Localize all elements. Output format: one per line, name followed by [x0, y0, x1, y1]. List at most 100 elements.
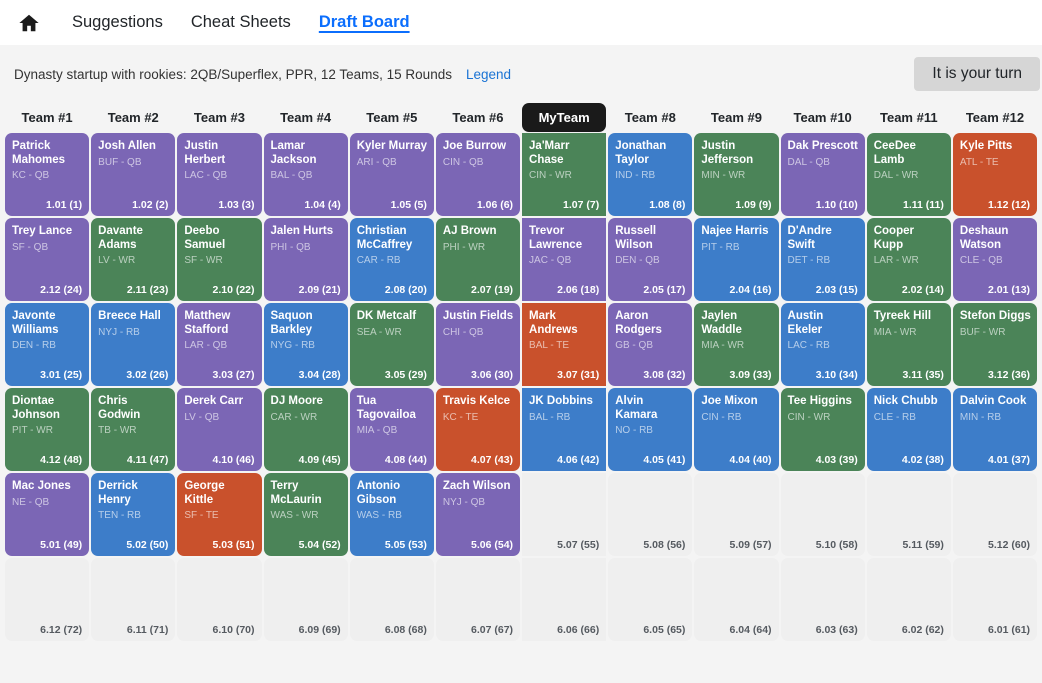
empty-pick-slot[interactable]: 6.04 (64) — [694, 558, 779, 641]
draft-pick-card[interactable]: Justin Fields CHI - QB 3.06 (30) — [435, 303, 521, 386]
draft-pick-card[interactable]: Russell Wilson DEN - QB 2.05 (17) — [608, 218, 693, 301]
draft-pick-card[interactable]: Patrick Mahomes KC - QB 1.01 (1) — [5, 133, 90, 216]
draft-pick-card[interactable]: Davante Adams LV - WR 2.11 (23) — [91, 218, 176, 301]
draft-pick-card[interactable]: Zach Wilson NYJ - QB 5.06 (54) — [435, 473, 521, 556]
pick-number: 3.03 (27) — [212, 369, 255, 381]
team-header-myteam[interactable]: MyTeam — [522, 103, 607, 132]
empty-pick-slot[interactable]: 6.09 (69) — [263, 558, 348, 641]
draft-pick-card[interactable]: CeeDee Lamb DAL - WR 1.11 (11) — [866, 133, 951, 216]
draft-pick-card[interactable]: Deebo Samuel SF - WR 2.10 (22) — [177, 218, 262, 301]
draft-pick-card[interactable]: Travis Kelce KC - TE 4.07 (43) — [435, 388, 521, 471]
draft-pick-card[interactable]: Tua Tagovailoa MIA - QB 4.08 (44) — [349, 388, 434, 471]
pick-number: 4.07 (43) — [471, 454, 514, 466]
draft-pick-card[interactable]: Justin Jefferson MIN - WR 1.09 (9) — [694, 133, 779, 216]
player-team-position: BUF - WR — [959, 326, 1006, 338]
empty-pick-slot[interactable]: 5.08 (56) — [608, 473, 693, 556]
draft-pick-card[interactable]: Saquon Barkley NYG - RB 3.04 (28) — [263, 303, 348, 386]
team-header-1[interactable]: Team #1 — [5, 103, 89, 132]
empty-pick-slot[interactable]: 6.06 (66) — [522, 558, 607, 641]
team-header-5[interactable]: Team #5 — [350, 103, 434, 132]
draft-pick-card[interactable]: Nick Chubb CLE - RB 4.02 (38) — [866, 388, 951, 471]
team-header-11[interactable]: Team #11 — [867, 103, 951, 132]
draft-pick-card[interactable]: George Kittle SF - TE 5.03 (51) — [177, 473, 262, 556]
draft-pick-card[interactable]: Stefon Diggs BUF - WR 3.12 (36) — [952, 303, 1038, 386]
draft-pick-card[interactable]: Cooper Kupp LAR - WR 2.02 (14) — [866, 218, 951, 301]
empty-pick-slot[interactable]: 5.07 (55) — [522, 473, 607, 556]
team-header-9[interactable]: Team #9 — [694, 103, 778, 132]
draft-pick-card[interactable]: Dak Prescott DAL - QB 1.10 (10) — [780, 133, 865, 216]
empty-pick-slot[interactable]: 6.03 (63) — [780, 558, 865, 641]
pick-number: 5.02 (50) — [126, 539, 169, 551]
draft-pick-card[interactable]: Joe Mixon CIN - RB 4.04 (40) — [694, 388, 779, 471]
draft-pick-card[interactable]: Alvin Kamara NO - RB 4.05 (41) — [608, 388, 693, 471]
draft-pick-card[interactable]: Jonathan Taylor IND - RB 1.08 (8) — [608, 133, 693, 216]
empty-pick-slot[interactable]: 5.11 (59) — [866, 473, 951, 556]
pick-number: 3.06 (30) — [471, 369, 514, 381]
team-header-10[interactable]: Team #10 — [781, 103, 865, 132]
draft-pick-card[interactable]: Mark Andrews BAL - TE 3.07 (31) — [522, 303, 607, 386]
draft-pick-card[interactable]: Javonte Williams DEN - RB 3.01 (25) — [5, 303, 90, 386]
draft-pick-card[interactable]: D'Andre Swift DET - RB 2.03 (15) — [780, 218, 865, 301]
nav-item-cheat-sheets[interactable]: Cheat Sheets — [177, 0, 305, 45]
empty-pick-slot[interactable]: 6.12 (72) — [5, 558, 90, 641]
empty-pick-slot[interactable]: 6.01 (61) — [952, 558, 1038, 641]
player-team-position: NYJ - RB — [98, 326, 140, 338]
draft-pick-card[interactable]: Kyler Murray ARI - QB 1.05 (5) — [349, 133, 434, 216]
player-team-position: CAR - RB — [356, 255, 401, 266]
draft-pick-card[interactable]: DJ Moore CAR - WR 4.09 (45) — [263, 388, 348, 471]
draft-pick-card[interactable]: Lamar Jackson BAL - QB 1.04 (4) — [263, 133, 348, 216]
draft-pick-card[interactable]: Antonio Gibson WAS - RB 5.05 (53) — [349, 473, 434, 556]
draft-pick-card[interactable]: Dalvin Cook MIN - RB 4.01 (37) — [952, 388, 1038, 471]
draft-pick-card[interactable]: Derrick Henry TEN - RB 5.02 (50) — [91, 473, 176, 556]
draft-pick-card[interactable]: Mac Jones NE - QB 5.01 (49) — [5, 473, 90, 556]
draft-pick-card[interactable]: JK Dobbins BAL - RB 4.06 (42) — [522, 388, 607, 471]
draft-row: 6.12 (72) 6.11 (71) 6.10 (70) 6.09 (69) 6.08… — [4, 557, 1038, 642]
draft-pick-card[interactable]: Kyle Pitts ATL - TE 1.12 (12) — [952, 133, 1038, 216]
draft-pick-card[interactable]: Josh Allen BUF - QB 1.02 (2) — [91, 133, 176, 216]
pick-number: 5.09 (57) — [729, 539, 772, 551]
draft-pick-card[interactable]: Diontae Johnson PIT - WR 4.12 (48) — [5, 388, 90, 471]
draft-pick-card[interactable]: Deshaun Watson CLE - QB 2.01 (13) — [952, 218, 1038, 301]
empty-pick-slot[interactable]: 5.12 (60) — [952, 473, 1038, 556]
draft-pick-card[interactable]: Najee Harris PIT - RB 2.04 (16) — [694, 218, 779, 301]
empty-pick-slot[interactable]: 6.05 (65) — [608, 558, 693, 641]
team-header-2[interactable]: Team #2 — [91, 103, 175, 132]
empty-pick-slot[interactable]: 5.09 (57) — [694, 473, 779, 556]
empty-pick-slot[interactable]: 6.08 (68) — [349, 558, 434, 641]
empty-pick-slot[interactable]: 5.10 (58) — [780, 473, 865, 556]
draft-pick-card[interactable]: Austin Ekeler LAC - RB 3.10 (34) — [780, 303, 865, 386]
draft-pick-card[interactable]: Jaylen Waddle MIA - WR 3.09 (33) — [694, 303, 779, 386]
empty-pick-slot[interactable]: 6.11 (71) — [91, 558, 176, 641]
nav-item-draft-board[interactable]: Draft Board — [305, 0, 424, 45]
pick-number: 5.03 (51) — [212, 539, 255, 551]
draft-pick-card[interactable]: Jalen Hurts PHI - QB 2.09 (21) — [263, 218, 348, 301]
draft-pick-card[interactable]: Breece Hall NYJ - RB 3.02 (26) — [91, 303, 176, 386]
draft-pick-card[interactable]: Christian McCaffrey CAR - RB 2.08 (20) — [349, 218, 434, 301]
draft-pick-card[interactable]: Aaron Rodgers GB - QB 3.08 (32) — [608, 303, 693, 386]
draft-pick-card[interactable]: Tee Higgins CIN - WR 4.03 (39) — [780, 388, 865, 471]
nav-item-suggestions[interactable]: Suggestions — [58, 0, 177, 45]
team-header-3[interactable]: Team #3 — [177, 103, 261, 132]
draft-pick-card[interactable]: Derek Carr LV - QB 4.10 (46) — [177, 388, 262, 471]
draft-pick-card[interactable]: Chris Godwin TB - WR 4.11 (47) — [91, 388, 176, 471]
draft-pick-card[interactable]: Ja'Marr Chase CIN - WR 1.07 (7) — [522, 133, 607, 216]
draft-pick-card[interactable]: Terry McLaurin WAS - WR 5.04 (52) — [263, 473, 348, 556]
draft-pick-card[interactable]: AJ Brown PHI - WR 2.07 (19) — [435, 218, 521, 301]
draft-pick-card[interactable]: Matthew Stafford LAR - QB 3.03 (27) — [177, 303, 262, 386]
draft-pick-card[interactable]: Tyreek Hill MIA - WR 3.11 (35) — [866, 303, 951, 386]
draft-pick-card[interactable]: Trevor Lawrence JAC - QB 2.06 (18) — [522, 218, 607, 301]
empty-pick-slot[interactable]: 6.10 (70) — [177, 558, 262, 641]
draft-pick-card[interactable]: Joe Burrow CIN - QB 1.06 (6) — [435, 133, 521, 216]
team-header-4[interactable]: Team #4 — [264, 103, 348, 132]
player-team-position: NE - QB — [12, 496, 50, 508]
home-icon[interactable] — [14, 8, 44, 38]
team-header-12[interactable]: Team #12 — [953, 103, 1037, 132]
draft-pick-card[interactable]: Trey Lance SF - QB 2.12 (24) — [5, 218, 90, 301]
draft-pick-card[interactable]: DK Metcalf SEA - WR 3.05 (29) — [349, 303, 434, 386]
empty-pick-slot[interactable]: 6.02 (62) — [866, 558, 951, 641]
draft-pick-card[interactable]: Justin Herbert LAC - QB 1.03 (3) — [177, 133, 262, 216]
team-header-8[interactable]: Team #8 — [608, 103, 692, 132]
empty-pick-slot[interactable]: 6.07 (67) — [435, 558, 521, 641]
team-header-6[interactable]: Team #6 — [436, 103, 520, 132]
legend-link[interactable]: Legend — [466, 67, 511, 82]
